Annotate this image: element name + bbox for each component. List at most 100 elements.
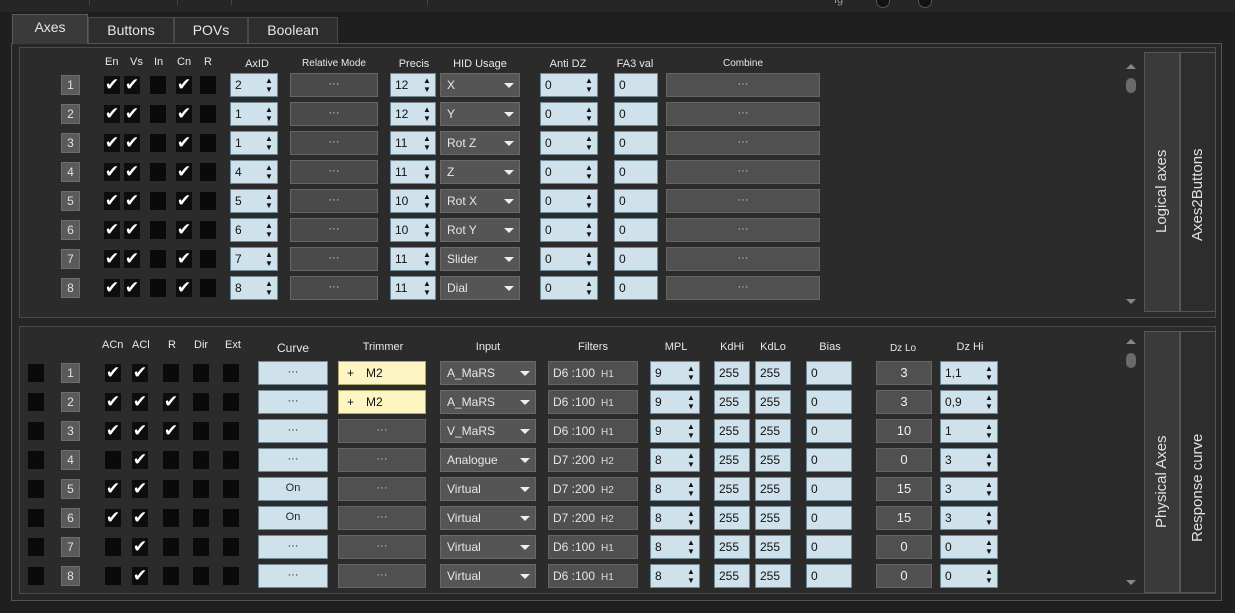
row-select-checkbox[interactable]	[28, 364, 44, 382]
checkbox-acn[interactable]	[105, 538, 121, 556]
spin-arrows-icon[interactable]: ▲ ▼	[685, 451, 697, 469]
anti-dz-spinner[interactable]: 0 ▲ ▼	[540, 73, 598, 97]
bias-field[interactable]: 0	[806, 477, 852, 501]
axid-spinner[interactable]: 7 ▲ ▼	[230, 247, 278, 271]
filters-button[interactable]: D7 :200 H2	[548, 477, 638, 501]
curve-button[interactable]: ···	[258, 361, 328, 385]
bias-field[interactable]: 0	[806, 419, 852, 443]
filters-button[interactable]: D6 :100 H1	[548, 361, 638, 385]
spin-arrows-icon[interactable]: ▲ ▼	[421, 279, 433, 297]
row-number-button[interactable]: 3	[61, 133, 80, 153]
combine-button[interactable]: ···	[666, 189, 820, 213]
checkbox-r[interactable]	[200, 279, 216, 297]
spin-arrows-icon[interactable]: ▲ ▼	[263, 279, 275, 297]
hid-usage-dropdown[interactable]: X	[440, 73, 520, 97]
kdlo-field[interactable]: 255	[755, 506, 791, 530]
curve-button[interactable]: ···	[258, 535, 328, 559]
row-number-button[interactable]: 6	[61, 220, 80, 240]
checkbox-acn[interactable]	[105, 451, 121, 469]
fa3-value-field[interactable]: 0	[614, 218, 658, 242]
dz-lo-field[interactable]: 0	[876, 535, 932, 559]
spin-arrows-icon[interactable]: ▲ ▼	[583, 279, 595, 297]
fa3-value-field[interactable]: 0	[614, 102, 658, 126]
scroll-up-icon[interactable]	[1126, 339, 1136, 344]
bias-field[interactable]: 0	[806, 448, 852, 472]
checkbox-r[interactable]	[163, 509, 179, 527]
precision-spinner[interactable]: 11 ▲ ▼	[390, 247, 436, 271]
precision-spinner[interactable]: 11 ▲ ▼	[390, 131, 436, 155]
fa3-value-field[interactable]: 0	[614, 189, 658, 213]
fa3-value-field[interactable]: 0	[614, 247, 658, 271]
filters-button[interactable]: D7 :200 H2	[548, 506, 638, 530]
spin-arrows-icon[interactable]: ▲ ▼	[421, 134, 433, 152]
spin-arrows-icon[interactable]: ▲ ▼	[685, 480, 697, 498]
spin-arrows-icon[interactable]: ▲ ▼	[421, 76, 433, 94]
spin-arrows-icon[interactable]: ▲ ▼	[583, 76, 595, 94]
spin-arrows-icon[interactable]: ▲ ▼	[685, 567, 697, 585]
checkbox-in[interactable]	[150, 192, 166, 210]
checkbox-ext[interactable]	[223, 538, 239, 556]
spin-arrows-icon[interactable]: ▲ ▼	[263, 134, 275, 152]
curve-button[interactable]: On	[258, 477, 328, 501]
scroll-down-icon[interactable]	[1126, 299, 1136, 304]
anti-dz-spinner[interactable]: 0 ▲ ▼	[540, 102, 598, 126]
dz-lo-field[interactable]: 3	[876, 390, 932, 414]
curve-button[interactable]: ···	[258, 564, 328, 588]
trimmer-button[interactable]: ···	[338, 506, 426, 530]
row-select-checkbox[interactable]	[28, 538, 44, 556]
physical-axes-side-tab[interactable]: Physical Axes	[1144, 331, 1180, 593]
checkbox-in[interactable]	[150, 221, 166, 239]
dz-lo-field[interactable]: 0	[876, 448, 932, 472]
precision-spinner[interactable]: 12 ▲ ▼	[390, 73, 436, 97]
row-number-button[interactable]: 3	[61, 421, 80, 441]
axid-spinner[interactable]: 1 ▲ ▼	[230, 102, 278, 126]
scroll-down-icon[interactable]	[1126, 580, 1136, 585]
axes2buttons-side-tab[interactable]: Axes2Buttons	[1180, 52, 1216, 312]
mpl-spinner[interactable]: 8 ▲ ▼	[650, 477, 700, 501]
kdlo-field[interactable]: 255	[755, 535, 791, 559]
checkbox-en[interactable]: ✔	[104, 221, 120, 239]
row-number-button[interactable]: 1	[61, 75, 80, 95]
checkbox-cn[interactable]: ✔	[176, 163, 192, 181]
spin-arrows-icon[interactable]: ▲ ▼	[685, 393, 697, 411]
row-select-checkbox[interactable]	[28, 509, 44, 527]
combine-button[interactable]: ···	[666, 276, 820, 300]
checkbox-r[interactable]	[163, 364, 179, 382]
checkbox-ext[interactable]	[223, 422, 239, 440]
curve-button[interactable]: ···	[258, 390, 328, 414]
spin-arrows-icon[interactable]: ▲ ▼	[583, 221, 595, 239]
mpl-spinner[interactable]: 8 ▲ ▼	[650, 564, 700, 588]
fa3-value-field[interactable]: 0	[614, 160, 658, 184]
combine-button[interactable]: ···	[666, 73, 820, 97]
checkbox-r[interactable]	[200, 76, 216, 94]
axid-spinner[interactable]: 4 ▲ ▼	[230, 160, 278, 184]
checkbox-acl[interactable]: ✔	[132, 509, 148, 527]
filters-button[interactable]: D6 :100 H1	[548, 390, 638, 414]
dz-lo-field[interactable]: 15	[876, 477, 932, 501]
checkbox-in[interactable]	[150, 105, 166, 123]
kdhi-field[interactable]: 255	[714, 448, 750, 472]
knob-icon[interactable]	[876, 0, 890, 8]
input-dropdown[interactable]: V_MaRS	[440, 419, 536, 443]
row-number-button[interactable]: 7	[61, 249, 80, 269]
checkbox-cn[interactable]: ✔	[176, 134, 192, 152]
kdhi-field[interactable]: 255	[714, 361, 750, 385]
combine-button[interactable]: ···	[666, 247, 820, 271]
knob-icon[interactable]	[918, 0, 932, 8]
anti-dz-spinner[interactable]: 0 ▲ ▼	[540, 131, 598, 155]
spin-arrows-icon[interactable]: ▲ ▼	[421, 221, 433, 239]
spin-arrows-icon[interactable]: ▲ ▼	[983, 509, 995, 527]
checkbox-vs[interactable]: ✔	[124, 192, 140, 210]
input-dropdown[interactable]: Virtual	[440, 477, 536, 501]
checkbox-cn[interactable]: ✔	[176, 192, 192, 210]
anti-dz-spinner[interactable]: 0 ▲ ▼	[540, 247, 598, 271]
checkbox-r[interactable]	[200, 250, 216, 268]
bias-field[interactable]: 0	[806, 361, 852, 385]
dz-hi-spinner[interactable]: 3 ▲ ▼	[940, 477, 998, 501]
bias-field[interactable]: 0	[806, 564, 852, 588]
checkbox-acn[interactable]: ✔	[105, 509, 121, 527]
spin-arrows-icon[interactable]: ▲ ▼	[263, 105, 275, 123]
checkbox-in[interactable]	[150, 163, 166, 181]
spin-arrows-icon[interactable]: ▲ ▼	[263, 221, 275, 239]
anti-dz-spinner[interactable]: 0 ▲ ▼	[540, 189, 598, 213]
